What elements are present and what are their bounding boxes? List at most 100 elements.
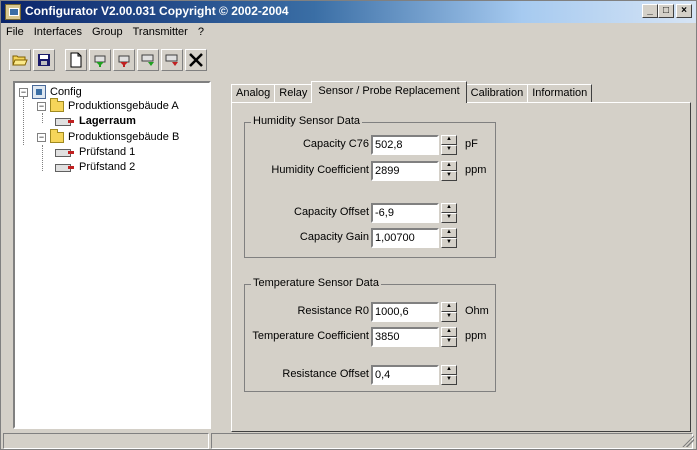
status-bar <box>1 433 696 449</box>
tab-information[interactable]: Information <box>527 84 593 103</box>
capacity-gain-spinner[interactable]: ▲ ▼ <box>441 228 457 248</box>
menu-group[interactable]: Group <box>87 26 128 38</box>
spin-up-icon[interactable]: ▲ <box>441 365 457 375</box>
save-button[interactable] <box>33 49 55 71</box>
resistance-offset-label: Resistance Offset <box>282 368 369 380</box>
spin-down-icon[interactable]: ▼ <box>441 213 457 223</box>
tree-node-label: Produktionsgebäude A <box>68 100 179 112</box>
spin-down-icon[interactable]: ▼ <box>441 375 457 385</box>
tree-node-group-b[interactable]: − Produktionsgebäude B <box>37 128 179 143</box>
tree-node-label: Lagerraum <box>79 115 136 127</box>
capacity-c76-unit: pF <box>465 138 478 150</box>
spin-up-icon[interactable]: ▲ <box>441 302 457 312</box>
capacity-gain-label: Capacity Gain <box>299 231 369 243</box>
sensor-probe-replacement-page: Humidity Sensor Data Capacity C76 ▲▼ pF … <box>231 102 691 432</box>
temperature-coefficient-unit: ppm <box>465 330 487 342</box>
humidity-coefficient-unit: ppm <box>465 164 487 176</box>
folder-icon <box>50 128 64 143</box>
collapse-icon[interactable]: − <box>37 101 46 111</box>
capacity-c76-spinner[interactable]: ▲ ▼ <box>441 135 457 155</box>
humidity-coefficient-spinner[interactable]: ▲ ▼ <box>441 161 457 181</box>
transmitter-green-icon <box>141 54 154 66</box>
capacity-offset-field[interactable] <box>371 203 439 223</box>
new-button[interactable] <box>65 49 87 71</box>
temperature-sensor-group: Temperature Sensor Data Resistance R0 ▲▼… <box>244 277 496 392</box>
collapse-icon[interactable]: − <box>37 132 46 142</box>
menu-interfaces[interactable]: Interfaces <box>29 26 87 38</box>
new-document-icon <box>70 52 82 68</box>
capacity-offset-label: Capacity Offset <box>294 206 369 218</box>
transmitter-icon <box>55 162 75 173</box>
tab-calibration[interactable]: Calibration <box>465 84 529 103</box>
app-icon[interactable] <box>5 4 21 20</box>
status-pane <box>3 433 209 449</box>
spin-up-icon[interactable]: ▲ <box>441 203 457 213</box>
folder-icon <box>50 97 64 112</box>
add-green-transmitter-icon <box>94 55 106 67</box>
collapse-icon[interactable]: − <box>19 87 28 97</box>
tools-button[interactable] <box>185 49 207 71</box>
transmitter-green-button[interactable] <box>137 49 159 71</box>
add-transmitter-green-button[interactable] <box>89 49 111 71</box>
temperature-coefficient-label: Temperature Coefficient <box>252 330 369 342</box>
transmitter-icon <box>55 147 75 158</box>
group-title: Humidity Sensor Data <box>251 115 362 127</box>
config-icon <box>32 85 46 99</box>
menu-help[interactable]: ? <box>193 26 209 38</box>
capacity-c76-field[interactable] <box>371 135 439 155</box>
tab-analog[interactable]: Analog <box>231 84 276 103</box>
spin-up-icon[interactable]: ▲ <box>441 135 457 145</box>
menu-file[interactable]: File <box>1 26 29 38</box>
spin-down-icon[interactable]: ▼ <box>441 312 457 322</box>
settings-panel: Analog Relay Sensor / Probe Replacement … <box>223 75 693 432</box>
title-bar[interactable]: Configurator V2.00.031 Copyright © 2002-… <box>1 1 696 23</box>
resistance-offset-field[interactable] <box>371 365 439 385</box>
resistance-offset-spinner[interactable]: ▲ ▼ <box>441 365 457 385</box>
capacity-offset-spinner[interactable]: ▲ ▼ <box>441 203 457 223</box>
transmitter-red-button[interactable] <box>161 49 183 71</box>
humidity-sensor-group: Humidity Sensor Data Capacity C76 ▲▼ pF … <box>244 115 496 258</box>
device-tree[interactable]: − Config − Produktionsgebäude A Lagerrau… <box>13 81 211 429</box>
tree-node-pruefstand-2[interactable]: Prüfstand 2 <box>55 161 135 173</box>
tab-relay[interactable]: Relay <box>274 84 313 103</box>
spin-down-icon[interactable]: ▼ <box>441 145 457 155</box>
spin-down-icon[interactable]: ▼ <box>441 337 457 347</box>
tree-node-group-a[interactable]: − Produktionsgebäude A <box>37 97 179 112</box>
menu-transmitter[interactable]: Transmitter <box>128 26 193 38</box>
temperature-coefficient-field[interactable] <box>371 327 439 347</box>
open-button[interactable] <box>9 49 31 71</box>
resistance-r0-unit: Ohm <box>465 305 489 317</box>
tab-bar: Analog Relay Sensor / Probe Replacement … <box>231 81 593 103</box>
tree-node-lagerraum[interactable]: Lagerraum <box>55 115 136 127</box>
resistance-r0-spinner[interactable]: ▲ ▼ <box>441 302 457 322</box>
tab-sensor-probe-replacement[interactable]: Sensor / Probe Replacement <box>311 81 467 103</box>
transmitter-red-icon <box>165 54 178 66</box>
resistance-r0-field[interactable] <box>371 302 439 322</box>
window-controls: _ □ × <box>642 4 692 18</box>
tree-node-pruefstand-1[interactable]: Prüfstand 1 <box>55 146 135 158</box>
open-folder-icon <box>12 55 28 66</box>
spin-up-icon[interactable]: ▲ <box>441 161 457 171</box>
maximize-button[interactable]: □ <box>658 4 674 18</box>
spin-down-icon[interactable]: ▼ <box>441 171 457 181</box>
resistance-r0-label: Resistance R0 <box>297 305 369 317</box>
status-pane <box>211 433 693 449</box>
tree-line <box>23 97 24 145</box>
tree-line <box>42 145 43 171</box>
humidity-coefficient-field[interactable] <box>371 161 439 181</box>
spin-up-icon[interactable]: ▲ <box>441 327 457 337</box>
close-button[interactable]: × <box>676 4 692 18</box>
tree-node-label: Prüfstand 1 <box>79 146 136 158</box>
temperature-coefficient-spinner[interactable]: ▲ ▼ <box>441 327 457 347</box>
add-transmitter-red-button[interactable] <box>113 49 135 71</box>
resize-grip-icon[interactable] <box>682 435 694 447</box>
capacity-gain-field[interactable] <box>371 228 439 248</box>
minimize-button[interactable]: _ <box>642 4 658 18</box>
spin-down-icon[interactable]: ▼ <box>441 238 457 248</box>
toolbar <box>9 46 207 74</box>
save-icon <box>38 54 50 66</box>
menu-bar: File Interfaces Group Transmitter ? <box>1 23 696 41</box>
spin-up-icon[interactable]: ▲ <box>441 228 457 238</box>
tools-icon <box>189 53 203 67</box>
configurator-window: Configurator V2.00.031 Copyright © 2002-… <box>0 0 697 450</box>
